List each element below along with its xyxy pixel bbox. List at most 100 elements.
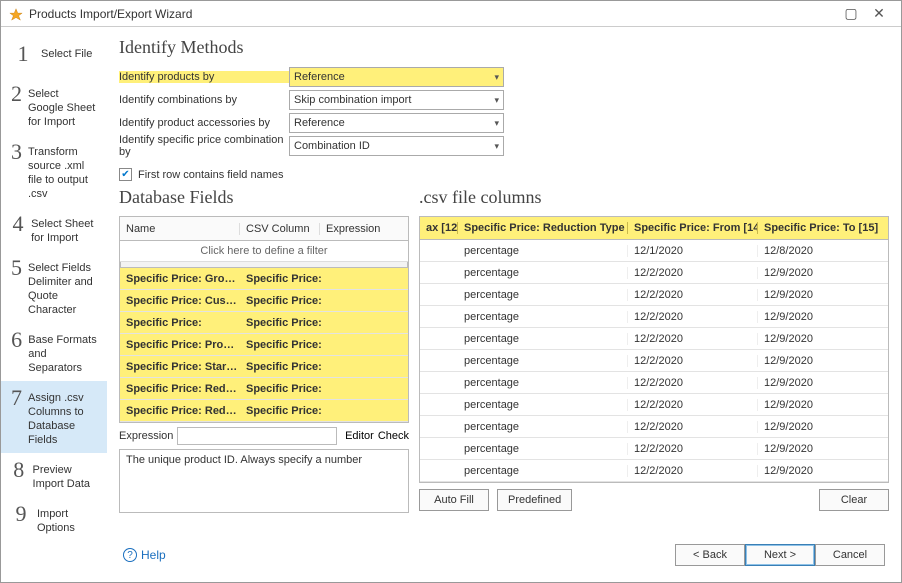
step-label: Transform source .xml file to output .cs…: [28, 141, 97, 201]
csv-cell: 12/9/2020: [758, 333, 888, 345]
h-scroll[interactable]: [120, 262, 408, 268]
csv-header-row: ax [12] Specific Price: Reduction Type […: [419, 216, 889, 240]
editor-link[interactable]: Editor: [345, 430, 374, 442]
csv-cell: 12/9/2020: [758, 311, 888, 323]
chevron-down-icon: ▾: [494, 118, 499, 129]
chevron-down-icon: ▾: [494, 141, 499, 152]
step-number: 7: [11, 387, 22, 409]
csv-cell: 12/2/2020: [628, 465, 758, 477]
identify-select[interactable]: Skip combination import▾: [289, 90, 504, 110]
csv-cell: 12/2/2020: [628, 289, 758, 301]
csv-row[interactable]: percentage12/2/202012/9/2020: [420, 438, 888, 460]
csv-row[interactable]: percentage12/2/202012/9/2020: [420, 328, 888, 350]
dbfield-csv: Specific Price:: [240, 361, 408, 373]
col-expr[interactable]: Expression: [320, 223, 408, 235]
dbfield-row[interactable]: Specific Price: ProductSpecific Price:: [120, 334, 408, 356]
csv-col-14[interactable]: Specific Price: From [14]: [628, 222, 758, 234]
col-csv[interactable]: CSV Column: [240, 223, 320, 235]
csv-row[interactable]: percentage12/2/202012/9/2020: [420, 372, 888, 394]
step-label: Base Formats and Separators: [28, 329, 97, 375]
first-row-label: First row contains field names: [138, 169, 284, 181]
dbfield-csv: Specific Price:: [240, 383, 408, 395]
next-button[interactable]: Next >: [745, 544, 815, 566]
expression-label: Expression: [119, 430, 173, 442]
csv-row[interactable]: percentage12/2/202012/9/2020: [420, 416, 888, 438]
csv-cell: 12/9/2020: [758, 399, 888, 411]
dbfield-name: Specific Price: Group ID: [120, 273, 240, 285]
identify-select[interactable]: Reference▾: [289, 67, 504, 87]
csv-cell: 12/2/2020: [628, 443, 758, 455]
dbfield-csv: Specific Price:: [240, 273, 408, 285]
identify-select[interactable]: Combination ID▾: [289, 136, 504, 156]
dbfield-csv: Specific Price:: [240, 317, 408, 329]
identify-row: Identify product accessories byReference…: [119, 112, 889, 134]
dbfield-row[interactable]: Specific Price: ReductionSpecific Price:: [120, 378, 408, 400]
step-number: 3: [11, 141, 22, 163]
dbfield-csv: Specific Price:: [240, 405, 408, 417]
identify-label: Identify products by: [119, 71, 289, 83]
step-label: Assign .csv Columns to Database Fields: [28, 387, 97, 447]
field-hint: The unique product ID. Always specify a …: [119, 449, 409, 513]
identify-row: Identify specific price combination byCo…: [119, 135, 889, 157]
dbfield-csv: Specific Price:: [240, 339, 408, 351]
csv-cell: 12/2/2020: [628, 377, 758, 389]
maximize-icon[interactable]: ▢: [837, 5, 865, 22]
dbfield-name: Specific Price: Starting At: [120, 361, 240, 373]
expression-input[interactable]: [177, 427, 337, 445]
dbfield-row[interactable]: Specific Price: CustomerSpecific Price:: [120, 290, 408, 312]
step-number: 9: [11, 503, 31, 525]
back-button[interactable]: < Back: [675, 544, 745, 566]
wizard-step-9[interactable]: 9 Import Options: [1, 497, 107, 541]
help-link[interactable]: ? Help: [123, 548, 166, 562]
dbfield-row[interactable]: Specific Price: Group IDSpecific Price:: [120, 268, 408, 290]
csv-col-15[interactable]: Specific Price: To [15]: [758, 222, 888, 234]
predefined-button[interactable]: Predefined: [497, 489, 572, 511]
dbfield-row[interactable]: Specific Price: ReductionSpecific Price:: [120, 400, 408, 422]
step-label: Import Options: [37, 503, 97, 535]
csv-row[interactable]: percentage12/2/202012/9/2020: [420, 262, 888, 284]
cancel-button[interactable]: Cancel: [815, 544, 885, 566]
window-title: Products Import/Export Wizard: [29, 7, 192, 21]
wizard-step-8[interactable]: 8Preview Import Data: [1, 453, 107, 497]
csv-cell: percentage: [458, 465, 628, 477]
dbfield-row[interactable]: Specific Price: Starting AtSpecific Pric…: [120, 356, 408, 378]
wizard-step-1[interactable]: 1Select File: [1, 37, 107, 77]
csv-col-12[interactable]: ax [12]: [420, 222, 458, 234]
step-number: 6: [11, 329, 22, 351]
first-row-checkbox[interactable]: ✔ First row contains field names: [119, 168, 889, 181]
check-link[interactable]: Check: [378, 430, 409, 442]
csv-cell: 12/9/2020: [758, 289, 888, 301]
identify-select[interactable]: Reference▾: [289, 113, 504, 133]
csv-cell: 12/9/2020: [758, 443, 888, 455]
step-number: 8: [11, 459, 27, 481]
close-icon[interactable]: ✕: [865, 5, 893, 22]
filter-bar[interactable]: Click here to define a filter: [120, 241, 408, 262]
csv-row[interactable]: percentage12/2/202012/9/2020: [420, 350, 888, 372]
wizard-step-5[interactable]: 5Select Fields Delimiter and Quote Chara…: [1, 251, 107, 323]
dbfield-name: Specific Price: Reduction: [120, 405, 240, 417]
csv-cell: 12/2/2020: [628, 399, 758, 411]
autofill-button[interactable]: Auto Fill: [419, 489, 489, 511]
wizard-step-4[interactable]: 4Select Sheet for Import: [1, 207, 107, 251]
csv-col-13[interactable]: Specific Price: Reduction Type [13]: [458, 222, 628, 234]
csv-cell: percentage: [458, 311, 628, 323]
csv-row[interactable]: percentage12/2/202012/9/2020: [420, 306, 888, 328]
wizard-step-7[interactable]: 7 Assign .csv Columns to Database Fields: [1, 381, 107, 453]
csv-row[interactable]: percentage12/2/202012/9/2020: [420, 460, 888, 482]
csv-cell: percentage: [458, 421, 628, 433]
csv-cell: percentage: [458, 377, 628, 389]
csv-row[interactable]: percentage12/1/202012/8/2020: [420, 240, 888, 262]
col-name[interactable]: Name: [120, 223, 240, 235]
csv-cell: percentage: [458, 245, 628, 257]
app-icon: [9, 7, 23, 21]
dbfield-row[interactable]: Specific Price:Specific Price:: [120, 312, 408, 334]
csv-cell: 12/9/2020: [758, 267, 888, 279]
dbfield-name: Specific Price: Customer: [120, 295, 240, 307]
clear-button[interactable]: Clear: [819, 489, 889, 511]
wizard-step-3[interactable]: 3 Transform source .xml file to output .c…: [1, 135, 107, 207]
wizard-step-2[interactable]: 2Select Google Sheet for Import: [1, 77, 107, 135]
wizard-step-6[interactable]: 6 Base Formats and Separators: [1, 323, 107, 381]
identify-row: Identify products byReference▾: [119, 66, 889, 88]
csv-row[interactable]: percentage12/2/202012/9/2020: [420, 284, 888, 306]
csv-row[interactable]: percentage12/2/202012/9/2020: [420, 394, 888, 416]
